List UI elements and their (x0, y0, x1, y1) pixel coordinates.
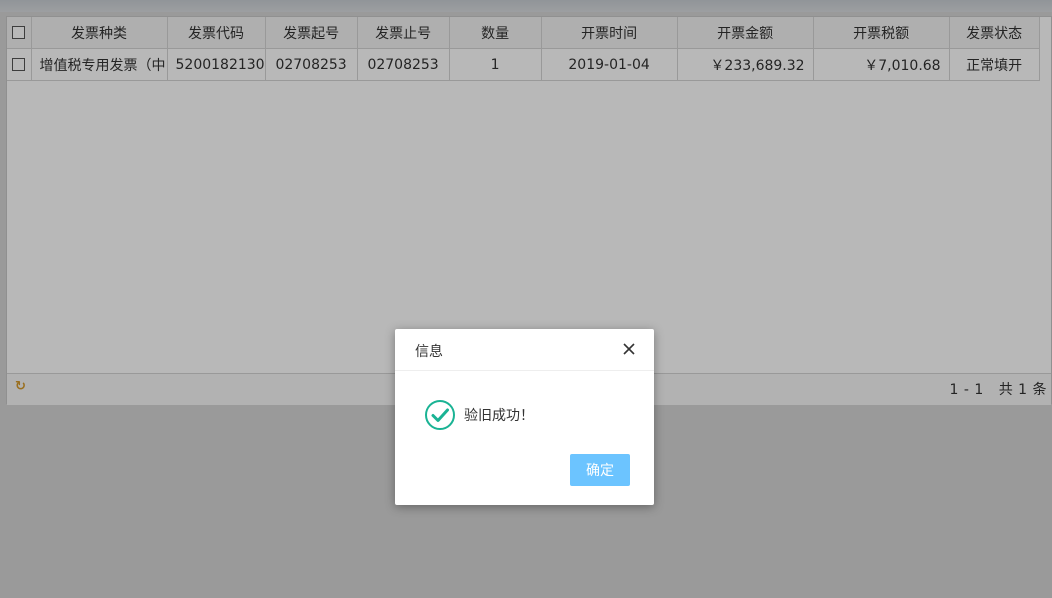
info-dialog: 信息 验旧成功！ 确定 (395, 329, 654, 505)
close-icon[interactable] (621, 341, 637, 357)
dialog-message: 验旧成功！ (464, 408, 534, 424)
success-check-icon (425, 400, 455, 430)
dialog-title: 信息 (415, 344, 443, 360)
modal-overlay (0, 0, 1052, 598)
confirm-button[interactable]: 确定 (570, 454, 630, 486)
dialog-header: 信息 (395, 329, 654, 371)
